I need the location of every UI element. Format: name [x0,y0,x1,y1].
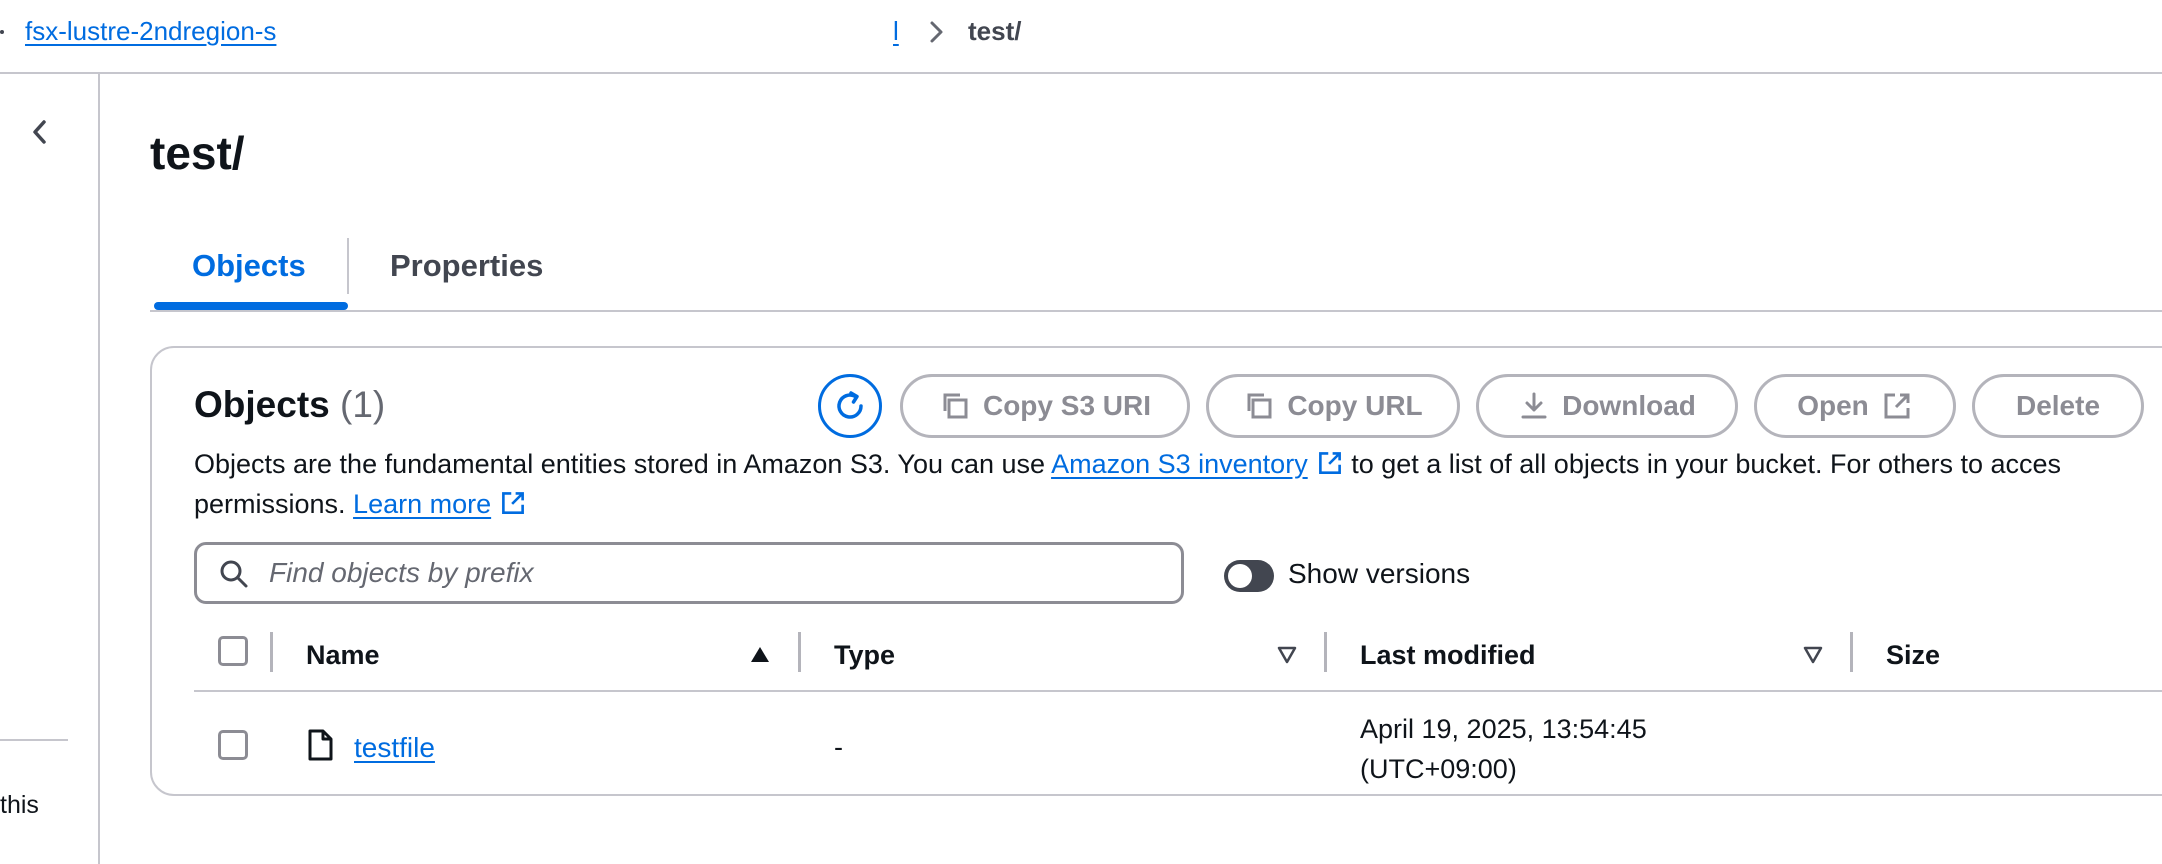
table-header: Name Type Last modified Size [194,624,2162,692]
sort-ascending-icon[interactable] [749,644,771,666]
object-type: - [834,732,843,762]
download-icon [1521,392,1547,419]
tab-bar: Objects Properties [150,232,2162,312]
column-header-name[interactable]: Name [306,640,380,671]
search-box [194,542,1184,604]
chevron-right-icon [930,21,943,43]
copy-url-label: Copy URL [1287,390,1423,421]
file-icon [308,729,333,761]
column-divider [270,632,273,672]
search-input[interactable] [267,545,1167,601]
object-last-modified-timezone: (UTC+09:00) [1360,754,1517,784]
column-divider [1324,632,1327,672]
description-text-1: Objects are the fundamental entities sto… [194,449,1052,479]
tab-properties[interactable]: Properties [350,232,583,310]
objects-header: Objects (1) [194,384,385,426]
table-row: testfile - April 19, 2025, 13:54:45 (UTC… [194,694,2162,794]
breadcrumb-current: test/ [968,16,1022,46]
row-checkbox[interactable] [218,730,248,760]
active-tab-indicator [154,302,348,310]
column-divider [1850,632,1853,672]
tab-divider [347,238,349,294]
sidebar-truncated-text: this [0,791,39,819]
delete-button[interactable]: Delete [1972,374,2144,438]
description-text-3: permissions. [194,489,354,519]
column-header-last-modified[interactable]: Last modified [1360,640,1536,671]
amazon-s3-inventory-link[interactable]: Amazon S3 inventory [1051,449,1308,479]
copy-icon [943,393,968,419]
column-header-size[interactable]: Size [1886,640,1940,671]
external-link-icon [1318,452,1341,474]
toggle-knob [1228,564,1252,588]
objects-description: Objects are the fundamental entities sto… [194,444,2162,524]
open-label: Open [1797,390,1869,421]
object-name-link[interactable]: testfile [354,732,435,764]
download-button[interactable]: Download [1476,374,1738,438]
sort-icon[interactable] [1276,644,1298,666]
column-header-type[interactable]: Type [834,640,895,671]
object-last-modified-date: April 19, 2025, 13:54:45 [1360,714,1647,744]
external-link-icon [1884,393,1910,419]
chevron-left-icon[interactable] [22,114,58,150]
sort-icon[interactable] [1802,644,1824,666]
show-versions-toggle[interactable] [1224,560,1274,592]
breadcrumb-edge-dot [0,30,4,34]
objects-container: Objects (1) Copy S3 URI Copy URL Downloa… [150,346,2162,796]
copy-s3-uri-button[interactable]: Copy S3 URI [900,374,1190,438]
description-text-2: to get a list of all objects in your buc… [1343,449,2062,479]
open-button[interactable]: Open [1754,374,1956,438]
refresh-button[interactable] [818,374,882,438]
learn-more-link[interactable]: Learn more [353,489,491,519]
select-all-checkbox[interactable] [218,636,248,666]
refresh-icon [837,391,863,419]
breadcrumb-truncated-link[interactable]: l [893,16,899,47]
copy-url-button[interactable]: Copy URL [1206,374,1460,438]
page-title: test/ [150,127,245,179]
top-breadcrumb-bar: fsx-lustre-2ndregion-s l test/ [0,0,2162,74]
sidebar-divider [0,739,68,741]
delete-label: Delete [2015,390,2101,421]
objects-header-title: Objects [194,384,330,425]
search-icon [220,560,248,588]
copy-icon [1247,393,1272,419]
column-divider [798,632,801,672]
breadcrumb-bucket-link[interactable]: fsx-lustre-2ndregion-s [25,16,276,47]
objects-count: (1) [340,384,386,425]
copy-s3-uri-label: Copy S3 URI [982,390,1152,421]
side-navigation: this [0,74,100,864]
external-link-icon [502,492,525,514]
download-label: Download [1562,390,1696,421]
tab-objects[interactable]: Objects [152,232,346,310]
show-versions-label: Show versions [1288,558,1471,589]
